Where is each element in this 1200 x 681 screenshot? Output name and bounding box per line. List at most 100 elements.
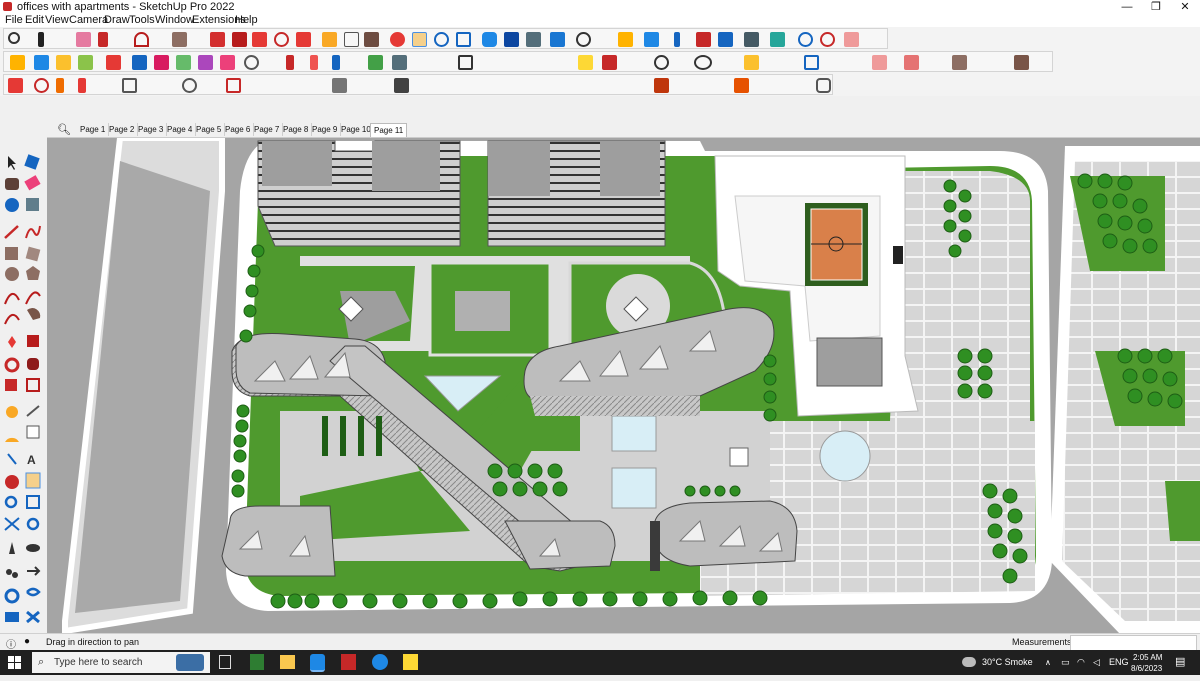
task-view-icon[interactable] xyxy=(219,655,231,669)
layers-icon[interactable] xyxy=(5,612,19,622)
close-button[interactable]: ✕ xyxy=(1170,0,1200,14)
dimension-icon[interactable] xyxy=(26,405,40,417)
axes-icon[interactable] xyxy=(7,453,17,465)
paint-bucket-icon[interactable] xyxy=(5,178,19,190)
arc-icon[interactable] xyxy=(4,293,20,305)
styles-icon[interactable] xyxy=(550,32,565,47)
line-icon[interactable] xyxy=(4,225,19,239)
split-icon[interactable] xyxy=(220,55,235,70)
eraser-pink-icon[interactable] xyxy=(872,55,887,70)
sandbox-icon[interactable] xyxy=(4,588,20,604)
eraser-icon[interactable] xyxy=(24,175,41,191)
tab-page-11[interactable]: Page 11 xyxy=(370,123,408,137)
protractor-icon[interactable] xyxy=(718,32,733,47)
clock-date[interactable]: 8/6/2023 xyxy=(1131,656,1162,681)
dot-icon[interactable] xyxy=(56,78,64,93)
stamp-icon[interactable] xyxy=(26,587,41,597)
union-icon[interactable] xyxy=(154,55,169,70)
pan-hand-icon[interactable] xyxy=(25,472,41,489)
protractor-icon[interactable] xyxy=(5,437,19,442)
weather-icon[interactable] xyxy=(962,657,976,667)
eraser-icon[interactable] xyxy=(76,32,91,47)
section-plane-icon[interactable] xyxy=(27,566,41,576)
layout-icon[interactable] xyxy=(526,32,541,47)
solid-tools-icon[interactable] xyxy=(744,32,759,47)
undo-icon[interactable] xyxy=(798,32,813,47)
rotate-face-icon[interactable] xyxy=(122,78,137,93)
orbit-tool-icon[interactable] xyxy=(5,475,19,489)
shape-bender-icon[interactable] xyxy=(578,55,593,70)
fillet-icon[interactable] xyxy=(226,78,241,93)
grid-icon[interactable] xyxy=(744,55,759,70)
menu-file[interactable]: File xyxy=(5,14,23,27)
warehouse-icon[interactable] xyxy=(482,32,497,47)
select-arrow-icon[interactable] xyxy=(8,156,16,170)
polygon-icon[interactable] xyxy=(26,266,40,280)
extension-warehouse-icon[interactable] xyxy=(504,32,519,47)
section-plane-icon[interactable] xyxy=(618,32,633,47)
menu-draw[interactable]: Draw xyxy=(104,14,130,27)
autocad-app-icon[interactable] xyxy=(341,654,356,670)
tray-overflow-icon[interactable]: ∧ xyxy=(1045,650,1051,675)
tag-icon[interactable] xyxy=(26,198,39,211)
text-icon[interactable] xyxy=(344,32,359,47)
freehand-icon[interactable] xyxy=(25,225,41,239)
hatch-icon[interactable] xyxy=(332,78,347,93)
scale-icon[interactable] xyxy=(5,379,17,391)
edge-browser-icon[interactable] xyxy=(372,654,388,670)
text-icon[interactable] xyxy=(26,425,40,439)
menu-window[interactable]: Window xyxy=(155,14,194,27)
pencil-icon[interactable] xyxy=(98,32,108,47)
user-icon[interactable] xyxy=(576,32,591,47)
offset-icon[interactable] xyxy=(8,78,23,93)
offset-icon[interactable] xyxy=(26,378,40,392)
surface-icon[interactable] xyxy=(78,55,93,70)
tape-measure-icon[interactable] xyxy=(6,406,18,418)
previous-view-icon[interactable] xyxy=(26,517,40,531)
intersect-icon[interactable] xyxy=(132,55,147,70)
minimize-button[interactable]: — xyxy=(1112,0,1142,14)
move-icon[interactable] xyxy=(8,336,16,348)
spiral-icon[interactable] xyxy=(182,78,197,93)
rotated-rectangle-icon[interactable] xyxy=(25,246,41,262)
loft-icon[interactable] xyxy=(394,78,409,93)
redo-icon[interactable] xyxy=(820,32,835,47)
move-icon[interactable] xyxy=(252,32,267,47)
menu-help[interactable]: Help xyxy=(235,14,258,27)
mesh-icon[interactable] xyxy=(368,55,383,70)
axes-icon[interactable] xyxy=(674,32,680,47)
menu-edit[interactable]: Edit xyxy=(25,14,44,27)
zoom-extents-icon[interactable] xyxy=(456,32,471,47)
push-pull-icon[interactable] xyxy=(210,32,225,47)
rotate-icon[interactable] xyxy=(4,357,20,373)
file-explorer-icon[interactable] xyxy=(280,655,295,669)
extrude-icon[interactable] xyxy=(106,55,121,70)
section-cut-icon[interactable] xyxy=(644,32,659,47)
select-arrow-icon[interactable] xyxy=(38,32,44,47)
cleanup-icon[interactable] xyxy=(602,55,617,70)
tab-page-7[interactable]: Page 7 xyxy=(251,123,284,136)
house-icon[interactable] xyxy=(458,55,473,70)
orbit-icon[interactable] xyxy=(5,198,19,212)
tiles-icon[interactable] xyxy=(734,78,749,93)
position-camera-icon[interactable] xyxy=(9,542,15,554)
menu-tools[interactable]: Tools xyxy=(129,14,155,27)
tab-page-1[interactable]: Page 1 xyxy=(77,123,110,136)
sandbox-icon[interactable] xyxy=(770,32,785,47)
magnifier-icon[interactable] xyxy=(8,32,20,44)
walk-icon[interactable] xyxy=(6,569,18,578)
zoom-extents-icon[interactable] xyxy=(4,517,20,531)
follow-me-icon[interactable] xyxy=(27,358,39,370)
node-icon[interactable] xyxy=(310,55,318,70)
notifications-icon[interactable]: ▤ xyxy=(1175,650,1185,675)
windows-start-icon[interactable] xyxy=(8,656,21,669)
volume-icon[interactable]: ◁ xyxy=(1093,650,1100,675)
zoom-icon[interactable] xyxy=(434,32,449,47)
orbit-icon[interactable] xyxy=(390,32,405,47)
tab-page-9[interactable]: Page 9 xyxy=(309,123,342,136)
subtract-icon[interactable] xyxy=(176,55,191,70)
face-icon[interactable] xyxy=(56,55,71,70)
dimension-icon[interactable] xyxy=(696,32,711,47)
rotate-icon[interactable] xyxy=(274,32,289,47)
tab-page-4[interactable]: Page 4 xyxy=(164,123,197,136)
